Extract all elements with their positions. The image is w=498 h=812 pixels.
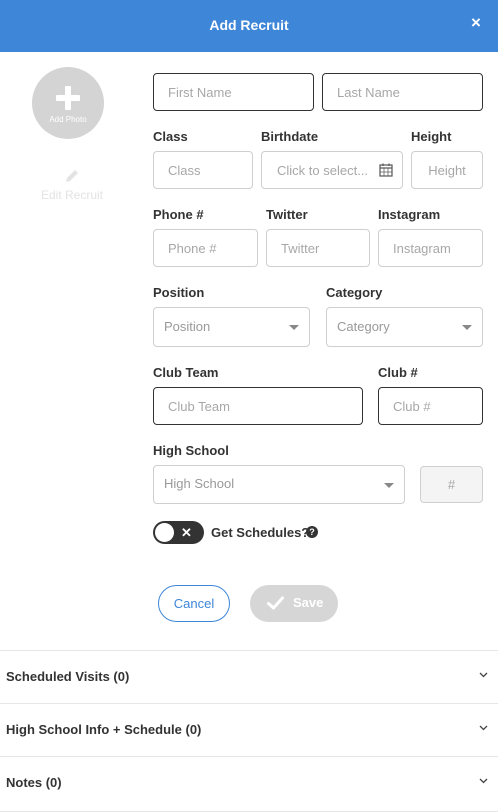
phone-input[interactable] bbox=[153, 229, 258, 267]
close-button[interactable]: × bbox=[468, 13, 484, 33]
high-school-select-value: High School bbox=[164, 476, 235, 491]
accordion-label: Notes (0) bbox=[6, 775, 62, 790]
accordion-label: Scheduled Visits (0) bbox=[6, 669, 130, 684]
position-select-value: Position bbox=[164, 319, 211, 334]
get-schedules-toggle[interactable]: ✕ bbox=[153, 521, 204, 544]
last-name-input[interactable] bbox=[322, 73, 483, 111]
high-school-label: High School bbox=[153, 443, 229, 458]
add-photo-button[interactable]: Add Photo bbox=[32, 67, 104, 139]
cancel-button[interactable]: Cancel bbox=[158, 585, 230, 622]
chevron-down-icon bbox=[479, 672, 488, 678]
club-number-label: Club # bbox=[378, 365, 418, 380]
high-school-select[interactable]: High School bbox=[153, 465, 405, 504]
caret-down-icon bbox=[384, 483, 394, 488]
twitter-input[interactable] bbox=[266, 229, 370, 267]
high-school-number-input[interactable] bbox=[420, 466, 483, 503]
caret-down-icon bbox=[289, 325, 299, 330]
instagram-input[interactable] bbox=[378, 229, 483, 267]
accordion-notes[interactable]: Notes (0) bbox=[0, 756, 498, 812]
edit-recruit-label: Edit Recruit bbox=[40, 188, 104, 202]
plus-icon bbox=[56, 86, 80, 110]
twitter-label: Twitter bbox=[266, 207, 308, 222]
class-label: Class bbox=[153, 129, 188, 144]
help-icon[interactable]: ? bbox=[306, 526, 318, 538]
modal-header: Add Recruit × bbox=[0, 0, 498, 52]
toggle-knob bbox=[155, 523, 174, 542]
edit-recruit-button[interactable]: Edit Recruit bbox=[32, 168, 112, 202]
x-icon: ✕ bbox=[181, 525, 192, 540]
accordion-scheduled-visits[interactable]: Scheduled Visits (0) bbox=[0, 650, 498, 703]
birthdate-picker[interactable]: Click to select... bbox=[261, 151, 403, 189]
phone-label: Phone # bbox=[153, 207, 204, 222]
height-label: Height bbox=[411, 129, 452, 144]
modal-title: Add Recruit bbox=[209, 17, 289, 33]
height-input[interactable] bbox=[411, 151, 483, 189]
caret-down-icon bbox=[462, 325, 472, 330]
category-label: Category bbox=[326, 285, 383, 300]
first-name-input[interactable] bbox=[153, 73, 314, 111]
birthdate-label: Birthdate bbox=[261, 129, 319, 144]
calendar-icon bbox=[379, 163, 393, 177]
save-button-label: Save bbox=[293, 595, 324, 610]
accordion-label: High School Info + Schedule (0) bbox=[6, 722, 202, 737]
category-select[interactable]: Category bbox=[326, 307, 483, 347]
chevron-down-icon bbox=[479, 778, 488, 784]
position-select[interactable]: Position bbox=[153, 307, 310, 347]
class-input[interactable] bbox=[153, 151, 253, 189]
birthdate-placeholder: Click to select... bbox=[277, 163, 369, 178]
add-photo-label: Add Photo bbox=[49, 115, 87, 124]
club-number-input[interactable] bbox=[378, 387, 483, 425]
save-button[interactable]: Save bbox=[250, 585, 338, 622]
club-team-label: Club Team bbox=[153, 365, 219, 380]
get-schedules-label: Get Schedules? bbox=[211, 525, 310, 540]
checkmark-icon bbox=[267, 596, 284, 610]
category-select-value: Category bbox=[337, 319, 390, 334]
pencil-icon bbox=[66, 170, 78, 182]
instagram-label: Instagram bbox=[378, 207, 441, 222]
club-team-input[interactable] bbox=[153, 387, 363, 425]
chevron-down-icon bbox=[479, 725, 488, 731]
position-label: Position bbox=[153, 285, 205, 300]
accordion-high-school-info[interactable]: High School Info + Schedule (0) bbox=[0, 703, 498, 756]
